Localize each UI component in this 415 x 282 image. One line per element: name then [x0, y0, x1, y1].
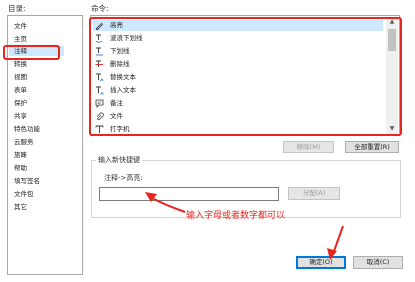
shortcut-field-label: 注释->高亮:	[104, 174, 143, 182]
category-item-view[interactable]: 视图	[14, 72, 27, 82]
category-item-protect[interactable]: 保护	[14, 98, 27, 108]
category-item-fill-sign[interactable]: 填写签名	[14, 176, 40, 186]
category-item-form[interactable]: 表单	[14, 85, 27, 95]
category-item-lvlai[interactable]: 旅睐	[14, 150, 27, 160]
arrow-to-ok-button	[327, 225, 344, 260]
category-item-convert[interactable]: 转换	[14, 59, 27, 69]
cancel-button[interactable]: 取消(C)	[353, 256, 403, 269]
category-item-package[interactable]: 文件包	[14, 189, 34, 199]
category-item-help[interactable]: 帮助	[14, 163, 27, 173]
reset-all-button[interactable]: 全部重置(R)	[345, 141, 399, 153]
remove-button[interactable]: 移除(M)	[283, 141, 334, 153]
category-item-features[interactable]: 特色功能	[14, 124, 40, 134]
annotation-box-category	[3, 45, 60, 60]
assign-button[interactable]: 分配(A)	[288, 187, 340, 200]
shortcut-input[interactable]	[99, 187, 279, 201]
category-item-file[interactable]: 文件	[14, 21, 27, 31]
ok-button[interactable]: 确定(O)	[296, 256, 346, 269]
category-item-other[interactable]: 其它	[14, 202, 27, 212]
directory-label: 目录:	[8, 4, 26, 13]
category-item-cloud[interactable]: 云服务	[14, 137, 34, 147]
category-item-share[interactable]: 共享	[14, 111, 27, 121]
annotation-box-command-list	[89, 17, 402, 136]
category-item-home[interactable]: 主页	[14, 34, 27, 44]
commands-label: 命令:	[91, 4, 109, 13]
annotation-text: 输入字母或者数字都可以	[186, 211, 286, 221]
new-shortcut-group-title: 输入新快捷键	[96, 155, 142, 165]
